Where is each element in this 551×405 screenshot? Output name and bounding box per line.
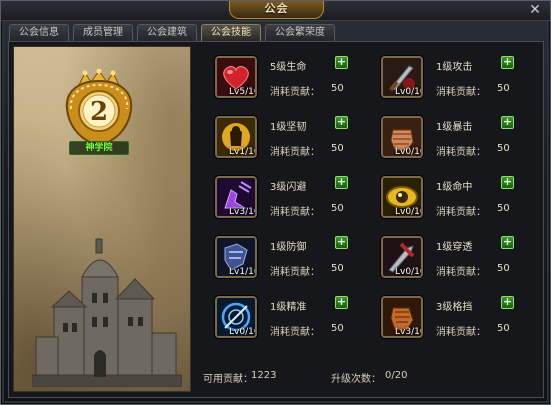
- cost-value: 50: [497, 143, 510, 154]
- skill-level: Lv0/10: [229, 327, 257, 337]
- cost-label: 消耗贡献：: [270, 87, 320, 98]
- castle-illustration-icon: [32, 238, 182, 387]
- tab-bar: 公会信息 成员管理 公会建筑 公会技能 公会繁荣度: [9, 24, 335, 41]
- cost-value: 50: [331, 323, 344, 334]
- upgrade-plus-button[interactable]: +: [501, 296, 514, 309]
- window-title: 公会: [229, 1, 324, 19]
- content-panel: 2 神学院 Lv5/10 5级生命 + 消耗贡献： 50 Lv0/10 1级攻击…: [8, 41, 544, 398]
- skill-name: 1级防御: [270, 242, 307, 253]
- cost-value: 50: [497, 83, 510, 94]
- skill-card-pierce: Lv0/10 1级穿透 + 消耗贡献： 50: [373, 232, 537, 284]
- skill-level: Lv1/10: [229, 147, 257, 157]
- guild-window: 公会 ✕ 公会信息 成员管理 公会建筑 公会技能 公会繁荣度 2 神学院 Lv5…: [0, 0, 551, 405]
- skill-name: 1级穿透: [436, 242, 473, 253]
- skill-level: Lv0/10: [395, 87, 423, 97]
- skill-icon-button[interactable]: Lv5/10: [215, 56, 257, 98]
- skill-level: Lv0/10: [395, 267, 423, 277]
- skill-card-critical: Lv0/10 1级暴击 + 消耗贡献： 50: [373, 112, 537, 164]
- upgrade-plus-button[interactable]: +: [335, 296, 348, 309]
- cost-value: 50: [497, 203, 510, 214]
- skill-icon-button[interactable]: Lv0/10: [381, 176, 423, 218]
- cost-value: 50: [331, 203, 344, 214]
- upgrade-count-label: 升级次数：: [331, 374, 381, 385]
- cost-label: 消耗贡献：: [436, 147, 486, 158]
- skill-icon-button[interactable]: Lv0/10: [381, 56, 423, 98]
- skill-icon-button[interactable]: Lv3/10: [215, 176, 257, 218]
- skill-name: 5级生命: [270, 62, 307, 73]
- upgrade-plus-button[interactable]: +: [501, 176, 514, 189]
- skill-level: Lv3/10: [395, 327, 423, 337]
- title-bar[interactable]: 公会 ✕: [1, 1, 550, 21]
- skill-name: 1级坚韧: [270, 122, 307, 133]
- close-icon[interactable]: ✕: [528, 3, 542, 17]
- cost-label: 消耗贡献：: [270, 267, 320, 278]
- upgrade-plus-button[interactable]: +: [335, 236, 348, 249]
- guild-banner-panel: 2 神学院: [13, 46, 191, 392]
- skill-card-hit: Lv0/10 1级命中 + 消耗贡献： 50: [373, 172, 537, 224]
- skill-level: Lv0/10: [395, 147, 423, 157]
- skill-level: Lv3/10: [229, 207, 257, 217]
- upgrade-plus-button[interactable]: +: [501, 116, 514, 129]
- skill-list: Lv5/10 5级生命 + 消耗贡献： 50 Lv0/10 1级攻击 + 消耗贡…: [199, 46, 541, 392]
- contribution-footer: 可用贡献： 1223 升级次数： 0/20: [199, 364, 541, 385]
- skill-card-attack: Lv0/10 1级攻击 + 消耗贡献： 50: [373, 52, 537, 104]
- cost-value: 50: [497, 263, 510, 274]
- upgrade-plus-button[interactable]: +: [335, 116, 348, 129]
- skill-level: Lv5/10: [229, 87, 257, 97]
- guild-level-emblem-icon: 2: [65, 69, 133, 147]
- cost-value: 50: [331, 263, 344, 274]
- tab-guild-buildings[interactable]: 公会建筑: [137, 24, 197, 41]
- cost-label: 消耗贡献：: [436, 207, 486, 218]
- skill-card-dodge: Lv3/10 3级闪避 + 消耗贡献： 50: [207, 172, 371, 224]
- skill-level: Lv1/10: [229, 267, 257, 277]
- guild-level-number: 2: [90, 97, 108, 127]
- cost-label: 消耗贡献：: [436, 327, 486, 338]
- cost-label: 消耗贡献：: [436, 87, 486, 98]
- upgrade-plus-button[interactable]: +: [335, 176, 348, 189]
- skill-icon-button[interactable]: Lv1/10: [215, 116, 257, 158]
- available-contribution-label: 可用贡献：: [203, 374, 253, 385]
- skill-name: 1级暴击: [436, 122, 473, 133]
- skill-name: 3级闪避: [270, 182, 307, 193]
- tab-guild-skills[interactable]: 公会技能: [201, 24, 261, 41]
- skill-card-block: Lv3/10 3级格挡 + 消耗贡献： 50: [373, 292, 537, 344]
- tab-guild-prosperity[interactable]: 公会繁荣度: [265, 24, 335, 41]
- tab-guild-info[interactable]: 公会信息: [9, 24, 69, 41]
- upgrade-plus-button[interactable]: +: [335, 56, 348, 69]
- guild-name: 神学院: [69, 141, 129, 155]
- cost-label: 消耗贡献：: [270, 147, 320, 158]
- skill-card-toughness: Lv1/10 1级坚韧 + 消耗贡献： 50: [207, 112, 371, 164]
- skill-card-life: Lv5/10 5级生命 + 消耗贡献： 50: [207, 52, 371, 104]
- skill-card-precision: Lv0/10 1级精准 + 消耗贡献： 50: [207, 292, 371, 344]
- cost-value: 50: [331, 83, 344, 94]
- skill-level: Lv0/10: [395, 207, 423, 217]
- skill-icon-button[interactable]: Lv1/10: [215, 236, 257, 278]
- tab-member-management[interactable]: 成员管理: [73, 24, 133, 41]
- upgrade-plus-button[interactable]: +: [501, 56, 514, 69]
- cost-label: 消耗贡献：: [436, 267, 486, 278]
- skill-icon-button[interactable]: Lv0/10: [381, 236, 423, 278]
- upgrade-plus-button[interactable]: +: [501, 236, 514, 249]
- skill-icon-button[interactable]: Lv3/10: [381, 296, 423, 338]
- skill-name: 1级攻击: [436, 62, 473, 73]
- skill-name: 1级精准: [270, 302, 307, 313]
- cost-label: 消耗贡献：: [270, 327, 320, 338]
- skill-name: 3级格挡: [436, 302, 473, 313]
- upgrade-count-value: 0/20: [385, 370, 408, 381]
- cost-value: 50: [331, 143, 344, 154]
- cost-label: 消耗贡献：: [270, 207, 320, 218]
- available-contribution-value: 1223: [251, 370, 277, 381]
- skill-card-defense: Lv1/10 1级防御 + 消耗贡献： 50: [207, 232, 371, 284]
- cost-value: 50: [497, 323, 510, 334]
- skill-icon-button[interactable]: Lv0/10: [381, 116, 423, 158]
- skill-name: 1级命中: [436, 182, 473, 193]
- skill-icon-button[interactable]: Lv0/10: [215, 296, 257, 338]
